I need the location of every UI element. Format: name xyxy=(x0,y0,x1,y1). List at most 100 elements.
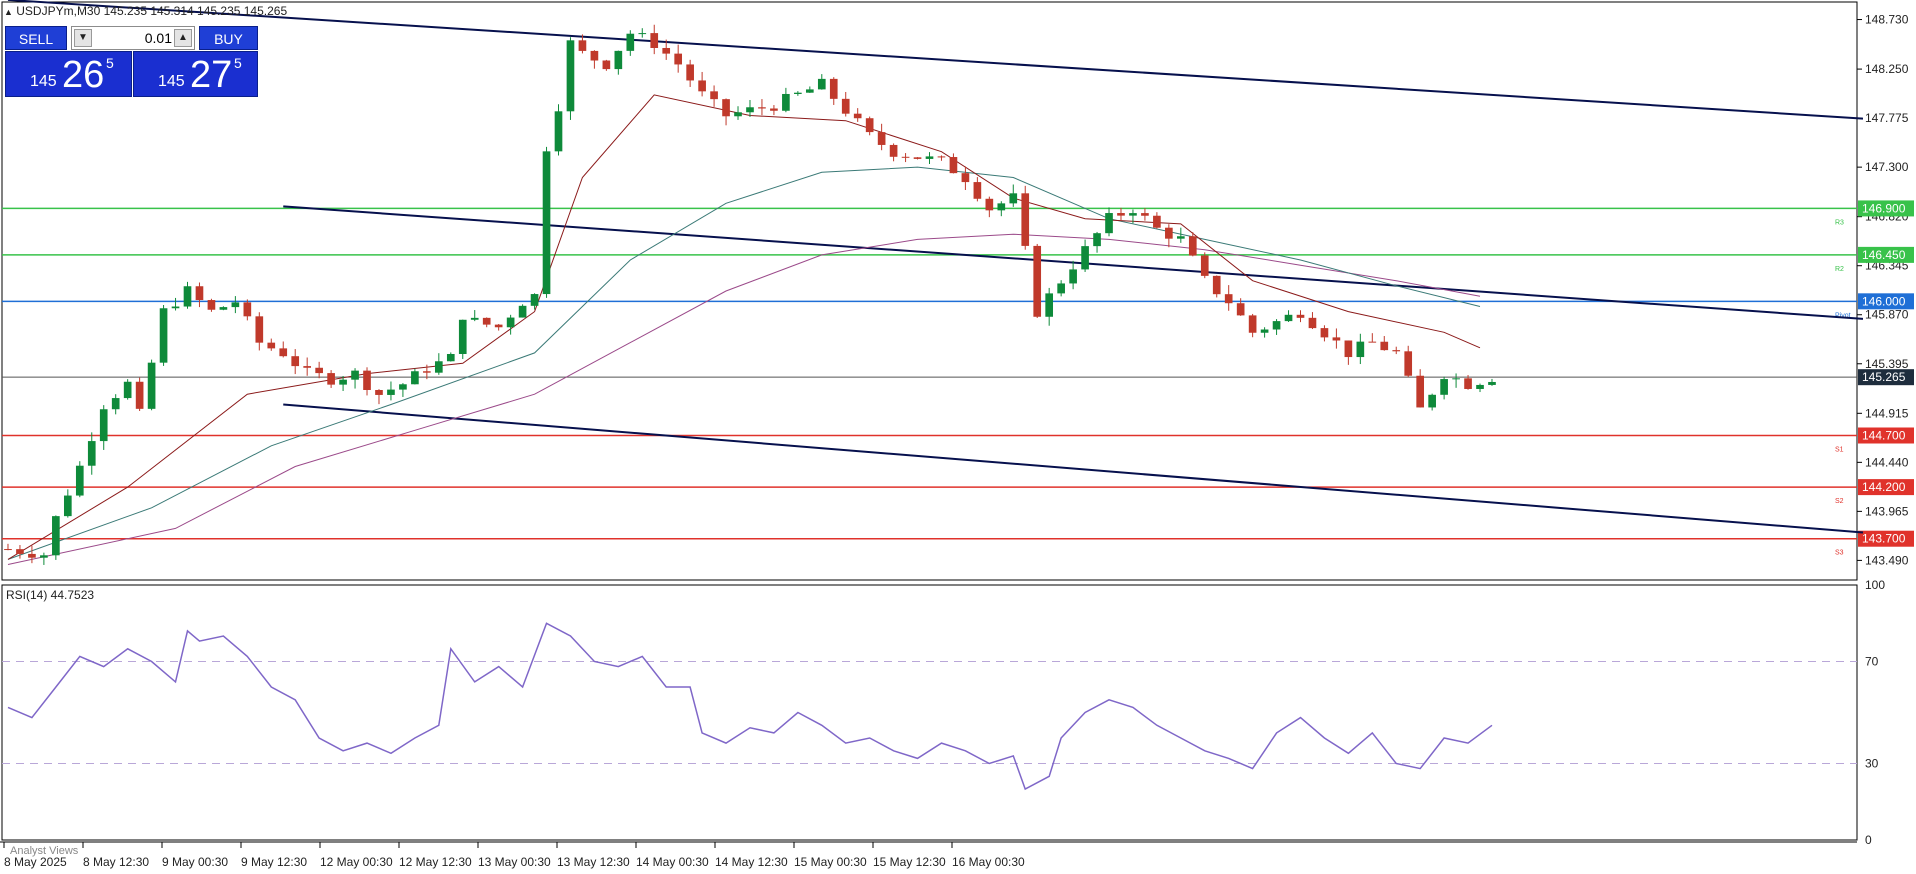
lot-size-input[interactable] xyxy=(94,29,172,47)
candle-body xyxy=(1009,193,1018,204)
candle-body xyxy=(1165,227,1173,239)
candle-body xyxy=(710,91,718,100)
candle-body xyxy=(159,308,168,363)
time-axis-label: 13 May 12:30 xyxy=(557,855,630,869)
candle-body xyxy=(16,549,24,554)
candle-body xyxy=(171,306,180,309)
candle-body xyxy=(255,316,264,343)
candle-body xyxy=(829,78,838,99)
buy-button[interactable]: BUY xyxy=(199,26,258,50)
level-name-label: R2 xyxy=(1835,266,1844,273)
candle-body xyxy=(135,381,144,409)
channel-line-3 xyxy=(283,403,1864,534)
candle-body xyxy=(219,307,228,310)
candle-body xyxy=(1129,213,1137,216)
candle-body xyxy=(1380,341,1389,351)
candle-body xyxy=(399,384,407,390)
candle-body xyxy=(315,367,323,374)
candle-body xyxy=(1428,394,1436,408)
time-axis-label: 9 May 12:30 xyxy=(241,855,307,869)
candle-body xyxy=(817,78,826,90)
candle-body xyxy=(147,362,156,409)
candle-body xyxy=(63,495,72,517)
candle-body xyxy=(722,99,730,117)
candle-body xyxy=(195,286,204,301)
rsi-line xyxy=(7,622,1493,791)
buy-price-button[interactable]: 145 27 5 xyxy=(133,51,258,97)
level-tag-label: 144.700 xyxy=(1862,429,1906,443)
candle-body xyxy=(1057,283,1065,294)
candle-body xyxy=(1272,321,1281,330)
price-tick-label: 147.300 xyxy=(1865,160,1909,174)
candle-body xyxy=(1200,255,1209,276)
analyst-views-label[interactable]: Analyst Views xyxy=(10,845,78,857)
candle-body xyxy=(351,370,359,380)
candle-body xyxy=(1320,328,1329,338)
candle-body xyxy=(1021,193,1030,246)
candle-body xyxy=(339,379,347,385)
candle-body xyxy=(638,33,647,35)
lot-size-control: ▼ ▲ xyxy=(71,26,195,50)
candle-body xyxy=(458,319,467,354)
candle-body xyxy=(530,294,539,306)
candle-body xyxy=(1212,275,1221,295)
price-tick-label: 145.870 xyxy=(1865,308,1909,322)
symbol-info: USDJPYm,M30 145.235 145.314 145.235 145.… xyxy=(16,4,288,18)
candle-body xyxy=(841,98,850,114)
chart-canvas[interactable]: 148.730148.250147.775147.300146.820146.3… xyxy=(0,0,1916,874)
candle-body xyxy=(626,33,635,51)
candle-body xyxy=(686,64,694,81)
candle-body xyxy=(1069,269,1077,284)
buy-price-pips: 27 xyxy=(190,54,233,96)
candle-body xyxy=(590,50,599,61)
candle-body xyxy=(291,356,300,367)
lot-increase-icon[interactable]: ▲ xyxy=(174,29,192,47)
triangle-up-icon[interactable]: ▲ xyxy=(4,7,13,17)
price-tick-label: 145.395 xyxy=(1865,357,1909,371)
candle-body xyxy=(1260,329,1269,333)
candle-body xyxy=(1332,337,1341,341)
candle-body xyxy=(1308,317,1317,329)
rsi-title: RSI(14) 44.7523 xyxy=(6,588,95,602)
candle-body xyxy=(1153,215,1161,228)
candle-body xyxy=(1248,315,1257,333)
candle-body xyxy=(554,111,563,152)
lot-decrease-icon[interactable]: ▼ xyxy=(74,29,92,47)
candle-body xyxy=(1344,340,1353,358)
candle-body xyxy=(877,132,886,145)
level-tag-label: 144.200 xyxy=(1862,480,1906,494)
price-tick-label: 147.775 xyxy=(1865,111,1909,125)
candle-body xyxy=(243,302,252,317)
sell-price-major: 145 xyxy=(30,73,57,90)
level-name-label: S1 xyxy=(1835,447,1844,454)
candle-body xyxy=(794,92,802,94)
one-click-trading-panel: SELL ▼ ▲ BUY 145 26 5 145 27 5 xyxy=(5,26,258,98)
price-tick-label: 144.915 xyxy=(1865,406,1909,420)
candle-body xyxy=(602,60,611,70)
candle-body xyxy=(40,555,48,558)
candle-body xyxy=(997,203,1006,211)
candle-body xyxy=(123,381,132,399)
candle-body xyxy=(853,113,862,119)
candle-body xyxy=(279,348,288,357)
candle-body xyxy=(614,50,623,70)
candle-body xyxy=(423,371,431,373)
sell-button[interactable]: SELL xyxy=(5,26,67,50)
candle-body xyxy=(4,549,12,551)
candle-body xyxy=(782,93,790,111)
candle-body xyxy=(1464,378,1472,389)
candle-body xyxy=(1224,294,1233,304)
sell-price-button[interactable]: 145 26 5 xyxy=(5,51,132,97)
candle-body xyxy=(506,317,515,328)
price-tick-label: 143.965 xyxy=(1865,504,1909,518)
candle-body xyxy=(1392,350,1401,352)
time-axis-label: 16 May 00:30 xyxy=(952,855,1025,869)
time-axis-label: 12 May 12:30 xyxy=(399,855,472,869)
time-axis-label: 15 May 12:30 xyxy=(873,855,946,869)
candle-body xyxy=(1440,379,1448,395)
buy-price-major: 145 xyxy=(158,73,185,90)
candle-body xyxy=(913,157,922,159)
candle-body xyxy=(1452,378,1460,380)
candle-body xyxy=(303,366,312,368)
rsi-tick-label: 0 xyxy=(1865,833,1872,847)
